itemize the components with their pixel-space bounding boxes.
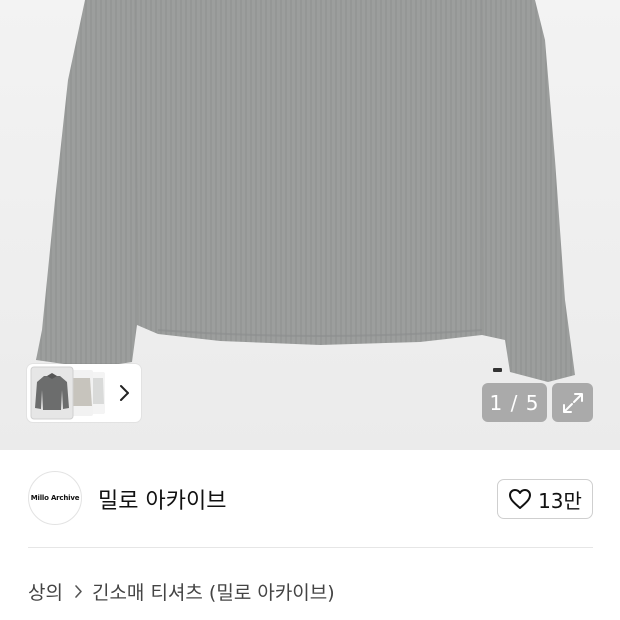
like-count: 13만 <box>538 488 582 513</box>
breadcrumb: 상의 긴소매 티셔츠 (밀로 아카이브) <box>28 578 335 605</box>
breadcrumb-title[interactable]: 긴소매 티셔츠 (밀로 아카이브) <box>92 578 335 605</box>
thumbnail-images <box>30 366 105 420</box>
thumbnail-stack[interactable] <box>27 364 109 422</box>
divider <box>28 547 593 548</box>
product-image-gallery[interactable]: 1 / 5 <box>0 0 620 450</box>
seller-name[interactable]: 밀로 아카이브 <box>98 483 226 515</box>
seller-row: Millo Archive 밀로 아카이브 13만 <box>0 450 620 547</box>
chevron-right-icon <box>120 385 129 401</box>
image-counter: 1 / 5 <box>482 383 547 422</box>
thumbnail-next-button[interactable] <box>109 364 139 422</box>
thumbnail-strip[interactable] <box>27 364 141 422</box>
breadcrumb-category[interactable]: 상의 <box>28 578 63 605</box>
expand-icon <box>562 392 583 413</box>
like-button[interactable]: 13만 <box>497 479 593 519</box>
heart-icon <box>509 489 532 509</box>
chevron-right-icon <box>75 585 82 598</box>
breadcrumb-separator <box>74 584 83 599</box>
seller-avatar[interactable]: Millo Archive <box>28 471 82 525</box>
expand-button[interactable] <box>552 383 593 422</box>
avatar-logo-text: Millo Archive <box>30 494 80 502</box>
